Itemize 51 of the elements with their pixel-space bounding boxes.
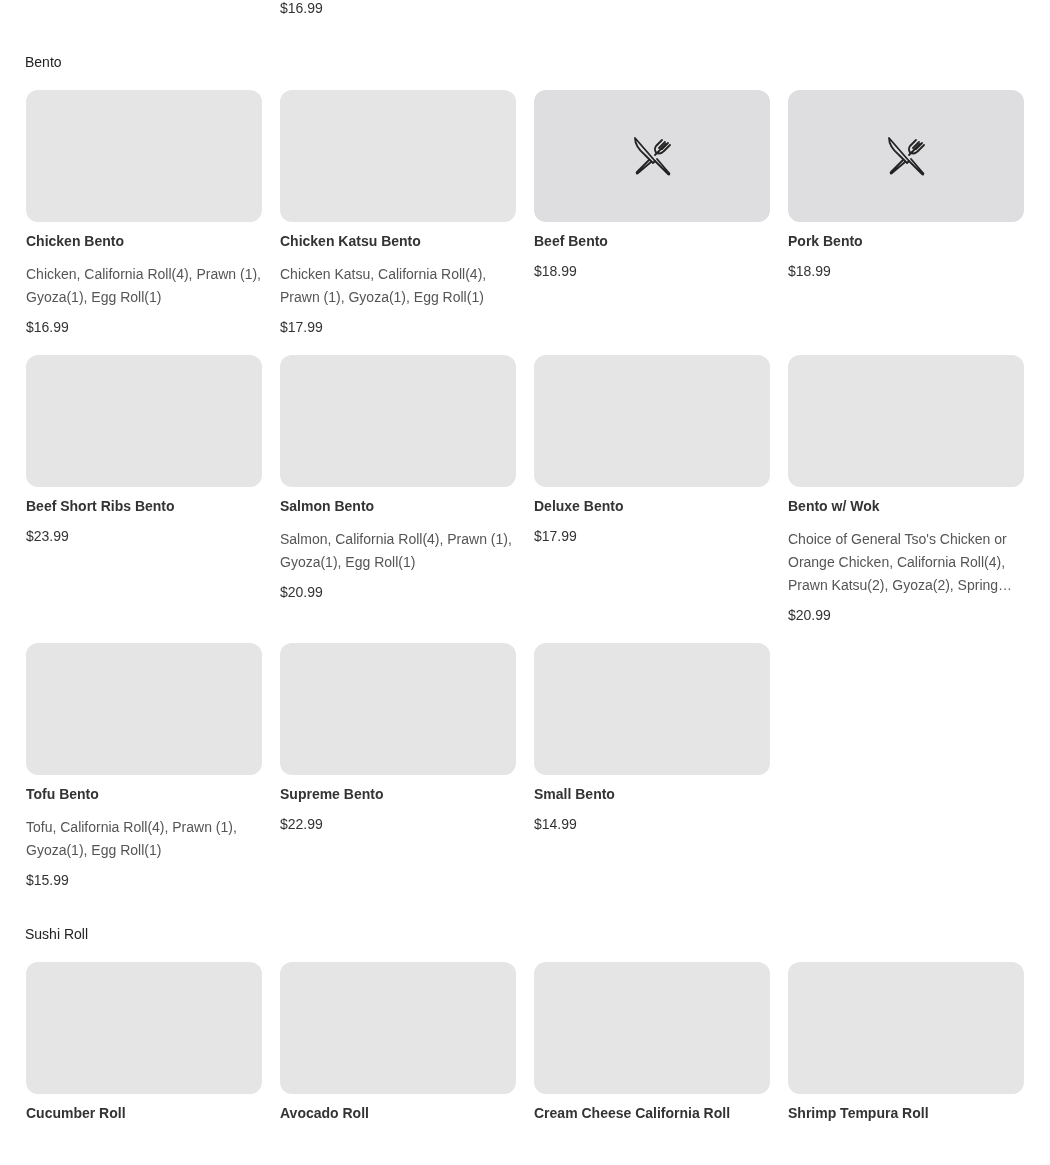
item-description: Choice of General Tso's Chicken or Orange Chicken, California Roll(4), Prawn Katsu(2), Gyoza(2), Spring… xyxy=(788,530,1014,595)
item-name: Deluxe Bento xyxy=(534,498,625,514)
item-price: $20.99 xyxy=(280,584,324,600)
image-placeholder[interactable] xyxy=(280,355,516,487)
item-price: $16.99 xyxy=(280,0,324,16)
image-placeholder[interactable] xyxy=(280,643,516,775)
item-name: Salmon Bento xyxy=(280,498,376,514)
image-placeholder[interactable] xyxy=(534,355,770,487)
image-placeholder[interactable] xyxy=(788,962,1024,1094)
item-name: Beef Short Ribs Bento xyxy=(26,498,176,514)
image-placeholder[interactable] xyxy=(788,355,1024,487)
item-name: Chicken Bento xyxy=(26,233,125,249)
image-placeholder[interactable] xyxy=(534,643,770,775)
item-name: Supreme Bento xyxy=(280,786,385,802)
item-description: Tofu, California Roll(4), Prawn (1), Gyoza(1), Egg Roll(1) xyxy=(26,818,238,860)
image-placeholder[interactable] xyxy=(534,90,770,222)
item-name: Tofu Bento xyxy=(26,786,100,802)
item-name: Avocado Roll xyxy=(280,1105,370,1121)
item-name: Pork Bento xyxy=(788,233,864,249)
image-placeholder[interactable] xyxy=(26,643,262,775)
item-description: Chicken Katsu, California Roll(4), Prawn (1), Gyoza(1), Egg Roll(1) xyxy=(280,265,488,307)
item-price: $20.99 xyxy=(788,607,832,623)
item-price: $16.99 xyxy=(26,319,70,335)
image-placeholder[interactable] xyxy=(280,962,516,1094)
image-placeholder[interactable] xyxy=(26,962,262,1094)
image-placeholder[interactable] xyxy=(788,90,1024,222)
item-name: Chicken Katsu Bento xyxy=(280,233,422,249)
item-description: Salmon, California Roll(4), Prawn (1), Gyoza(1), Egg Roll(1) xyxy=(280,530,513,572)
item-price: $23.99 xyxy=(26,528,70,544)
section-title: Bento xyxy=(25,54,63,70)
image-placeholder[interactable] xyxy=(26,90,262,222)
item-price: $18.99 xyxy=(534,263,578,279)
item-price: $18.99 xyxy=(788,263,832,279)
item-price: $15.99 xyxy=(26,872,70,888)
item-name: Beef Bento xyxy=(534,233,609,249)
image-placeholder[interactable] xyxy=(26,355,262,487)
image-placeholder[interactable] xyxy=(534,962,770,1094)
item-price: $17.99 xyxy=(534,528,578,544)
item-name: Bento w/ Wok xyxy=(788,498,881,514)
item-name: Cream Cheese California Roll xyxy=(534,1105,732,1121)
item-price: $17.99 xyxy=(280,319,324,335)
item-description: Chicken, California Roll(4), Prawn (1), Gyoza(1), Egg Roll(1) xyxy=(26,265,262,307)
section-title: Sushi Roll xyxy=(25,926,90,942)
utensils-icon xyxy=(885,135,927,177)
image-placeholder[interactable] xyxy=(280,90,516,222)
item-name: Cucumber Roll xyxy=(26,1105,127,1121)
item-name: Small Bento xyxy=(534,786,616,802)
item-price: $14.99 xyxy=(534,816,578,832)
item-name: Shrimp Tempura Roll xyxy=(788,1105,930,1121)
item-price: $22.99 xyxy=(280,816,324,832)
utensils-icon xyxy=(631,135,673,177)
